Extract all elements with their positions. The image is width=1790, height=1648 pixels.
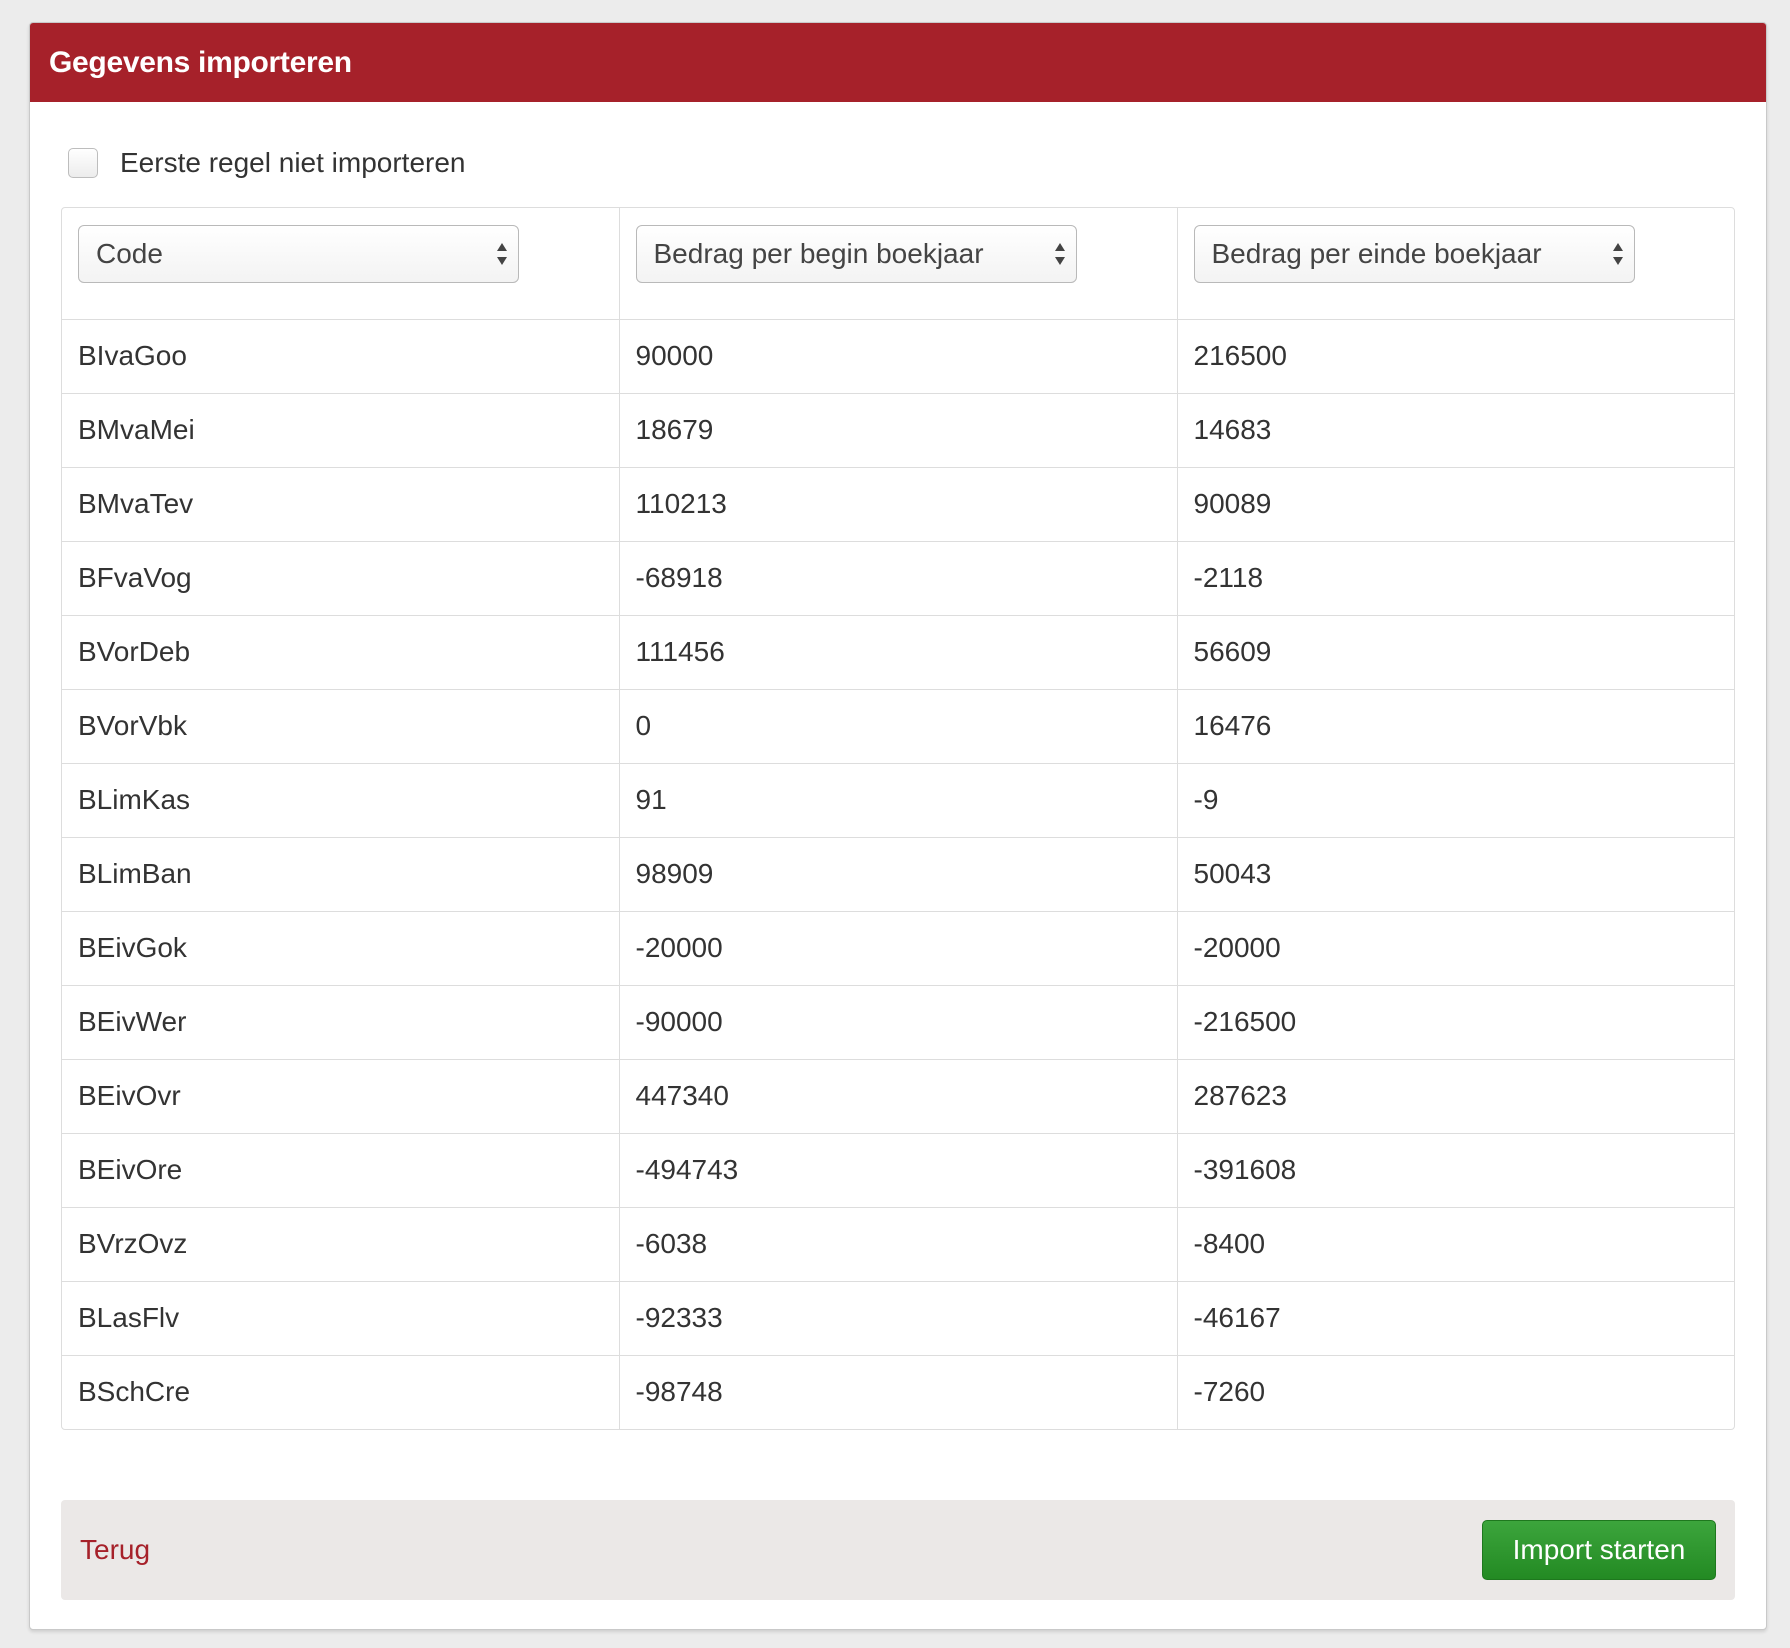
table-cell-code: BIvaGoo <box>62 319 620 394</box>
table-cell-end: 50043 <box>1177 837 1734 912</box>
table-cell-end: -8400 <box>1177 1207 1734 1282</box>
import-table: Code Bedrag per begin boekjaar Bedrag pe… <box>61 207 1735 1430</box>
column-1-select[interactable]: Code <box>78 225 519 283</box>
table-cell-end: -9 <box>1177 763 1734 838</box>
table-cell-begin: 98909 <box>619 837 1178 912</box>
table-cell-begin: -92333 <box>619 1281 1178 1356</box>
skip-first-row-option[interactable]: Eerste regel niet importeren <box>68 147 466 179</box>
column-header-2: Bedrag per begin boekjaar <box>619 208 1178 320</box>
table-cell-begin: 91 <box>619 763 1178 838</box>
table-cell-begin: 0 <box>619 689 1178 764</box>
table-cell-end: -391608 <box>1177 1133 1734 1208</box>
back-link[interactable]: Terug <box>80 1534 150 1566</box>
table-row: BVorDeb 111456 56609 <box>62 615 1734 690</box>
table-cell-code: BLasFlv <box>62 1281 620 1356</box>
table-cell-end: -20000 <box>1177 911 1734 986</box>
column-mapping-row: Code Bedrag per begin boekjaar Bedrag pe… <box>62 208 1734 320</box>
table-cell-code: BEivWer <box>62 985 620 1060</box>
table-cell-end: 56609 <box>1177 615 1734 690</box>
table-row: BMvaMei 18679 14683 <box>62 393 1734 468</box>
table-cell-begin: -20000 <box>619 911 1178 986</box>
table-cell-end: 16476 <box>1177 689 1734 764</box>
table-cell-begin: 110213 <box>619 467 1178 542</box>
table-row: BEivOre -494743 -391608 <box>62 1133 1734 1208</box>
column-header-1: Code <box>62 208 620 320</box>
select-arrows-icon <box>497 243 507 265</box>
select-arrows-icon <box>1612 243 1623 265</box>
table-cell-begin: -98748 <box>619 1355 1178 1429</box>
table-cell-begin: -68918 <box>619 541 1178 616</box>
table-row: BSchCre -98748 -7260 <box>62 1355 1734 1429</box>
table-cell-code: BLimKas <box>62 763 620 838</box>
table-cell-begin: 18679 <box>619 393 1178 468</box>
table-cell-code: BMvaTev <box>62 467 620 542</box>
table-row: BEivWer -90000 -216500 <box>62 985 1734 1060</box>
table-cell-begin: 111456 <box>619 615 1178 690</box>
table-cell-code: BEivOvr <box>62 1059 620 1134</box>
table-cell-code: BEivGok <box>62 911 620 986</box>
column-3-select[interactable]: Bedrag per einde boekjaar <box>1193 225 1635 283</box>
table-row: BLimKas 91 -9 <box>62 763 1734 838</box>
table-cell-code: BVorVbk <box>62 689 620 764</box>
table-row: BEivGok -20000 -20000 <box>62 911 1734 986</box>
table-cell-begin: 90000 <box>619 319 1178 394</box>
table-cell-end: 90089 <box>1177 467 1734 542</box>
start-import-button[interactable]: Import starten <box>1482 1520 1716 1580</box>
table-row: BIvaGoo 90000 216500 <box>62 319 1734 394</box>
table-row: BMvaTev 110213 90089 <box>62 467 1734 542</box>
table-cell-end: 14683 <box>1177 393 1734 468</box>
column-2-select[interactable]: Bedrag per begin boekjaar <box>635 225 1077 283</box>
table-cell-end: -46167 <box>1177 1281 1734 1356</box>
table-cell-code: BSchCre <box>62 1355 620 1429</box>
table-cell-end: -2118 <box>1177 541 1734 616</box>
table-cell-code: BMvaMei <box>62 393 620 468</box>
table-cell-end: -7260 <box>1193 1376 1266 1408</box>
panel-title: Gegevens importeren <box>49 45 352 79</box>
table-row: BVrzOvz -6038 -8400 <box>62 1207 1734 1282</box>
select-arrows-icon <box>1054 243 1065 265</box>
column-3-select-value: Bedrag per einde boekjaar <box>1211 238 1542 269</box>
column-header-3: Bedrag per einde boekjaar <box>1177 208 1734 320</box>
import-panel: Gegevens importeren Eerste regel niet im… <box>29 22 1767 1630</box>
table-cell-begin: -494743 <box>619 1133 1178 1208</box>
table-cell-code: BLimBan <box>62 837 620 912</box>
column-2-select-value: Bedrag per begin boekjaar <box>653 238 984 269</box>
column-1-select-value: Code <box>96 238 163 269</box>
table-cell-code: BVorDeb <box>62 615 620 690</box>
table-row: BVorVbk 0 16476 <box>62 689 1734 764</box>
table-cell-code: BEivOre <box>62 1133 620 1208</box>
panel-footer: Terug Import starten <box>61 1500 1735 1600</box>
skip-first-row-label[interactable]: Eerste regel niet importeren <box>120 147 466 179</box>
table-cell-end: -216500 <box>1177 985 1734 1060</box>
table-cell-begin: 447340 <box>619 1059 1178 1134</box>
table-cell-begin: -90000 <box>619 985 1178 1060</box>
skip-first-row-checkbox[interactable] <box>68 148 98 178</box>
table-row: BLasFlv -92333 -46167 <box>62 1281 1734 1356</box>
table-row: BEivOvr 447340 287623 <box>62 1059 1734 1134</box>
table-row: BLimBan 98909 50043 <box>62 837 1734 912</box>
table-cell-code: BFvaVog <box>62 541 620 616</box>
table-row: BFvaVog -68918 -2118 <box>62 541 1734 616</box>
table-cell-begin: -6038 <box>619 1207 1178 1282</box>
table-cell-end: 287623 <box>1177 1059 1734 1134</box>
table-cell-code: BVrzOvz <box>62 1207 620 1282</box>
panel-header: Gegevens importeren <box>30 23 1766 102</box>
table-cell-end: 216500 <box>1177 319 1734 394</box>
